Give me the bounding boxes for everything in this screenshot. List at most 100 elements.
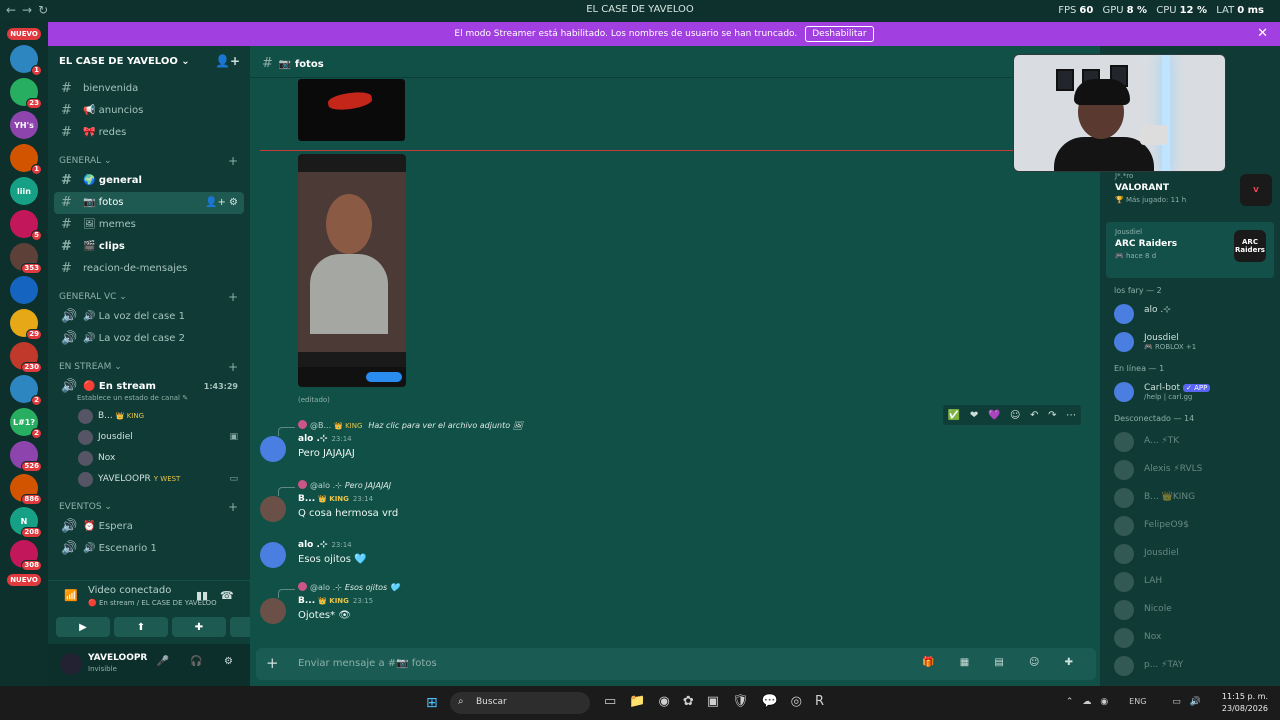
reply-preview[interactable]: @alo .⊹ Pero JAJAJAJ [260,480,1030,496]
server-icon[interactable]: 5 [10,210,42,241]
reply-preview[interactable]: @alo .⊹ Esos ojitos 🩵 [260,582,1030,598]
server-icon[interactable]: 2 [10,375,42,406]
system-tray[interactable]: ⌃☁◉ ENG ▭🔊 [1066,697,1210,707]
activity-card[interactable]: J*.*ro VALORANT 🏆 Más jugado: 11 hV [1100,166,1280,222]
add-attachment-icon[interactable]: + [266,654,279,672]
reply-preview[interactable]: @B... 👑 KING Haz clic para ver el archivo … [260,420,1030,436]
member-item[interactable]: p... ⚡TAY [1100,652,1280,680]
server-icon[interactable]: liin [10,177,38,205]
avatar[interactable] [60,653,82,675]
server-icon[interactable]: 29 [10,309,42,340]
composer-icons[interactable]: 🎁 ▦ ▤ ☺ ✚ [922,657,1084,668]
category-eventos[interactable]: EVENTOS ⌄ + [48,494,250,516]
channel-tools[interactable]: 👤+ ⚙ [205,192,238,214]
server-icon[interactable] [10,276,38,304]
avatar[interactable] [260,542,286,568]
activities-button[interactable]: ✚ [172,617,226,637]
channel-item[interactable]: # 📢 anuncios [54,100,244,122]
member-item[interactable]: LAH [1100,568,1280,596]
message-tool-icon[interactable]: ✅ [948,410,960,421]
message-author[interactable]: alo .⊹ [298,434,327,444]
member-item[interactable]: Jousdiel 🎮 ROBLOX +1 [1100,328,1280,356]
disconnect-icon[interactable]: ☎ [220,589,234,602]
voice-user[interactable]: Nox [48,448,250,469]
channel-item[interactable]: 🔊 ⏰ Espera [54,516,244,538]
stream-icon[interactable]: ▣ [229,427,238,448]
user-controls[interactable]: 🎤 🎧 ⚙ [157,656,242,667]
server-icon[interactable]: 308 [10,540,42,571]
message-author[interactable]: B... [298,494,315,504]
avatar[interactable] [260,496,286,522]
member-item[interactable]: Carl-bot ✓ APP/help | carl.gg [1100,378,1280,406]
category-general[interactable]: GENERAL ⌄ + [48,148,250,170]
channel-item[interactable]: # reacion-de-mensajes [54,258,244,280]
soundboard-icon[interactable]: ▮▮ [196,589,208,602]
channel-item[interactable]: # 🖼 memes [54,214,244,236]
composer-placeholder[interactable]: Enviar mensaje a #📷 fotos [298,658,437,669]
message-tool-icon[interactable]: ⋯ [1066,410,1076,421]
language-indicator[interactable]: ENG [1129,697,1146,706]
server-icon[interactable]: 353 [10,243,42,274]
member-item[interactable]: Jousdiel [1100,540,1280,568]
server-icon[interactable]: 23 [10,78,42,109]
member-item[interactable]: alo .⊹ [1100,300,1280,328]
message-tool-icon[interactable]: 💜 [988,410,1000,421]
message-composer[interactable]: + Enviar mensaje a #📷 fotos 🎁 ▦ ▤ ☺ ✚ [256,648,1096,680]
taskbar-search[interactable]: ⌕ Buscar [450,692,590,714]
attachment-screenshot[interactable] [298,154,406,387]
tray-icons[interactable]: ⌃☁◉ [1066,697,1117,707]
voice-user[interactable]: YAVELOOPR Y WEST ▭ [48,469,250,490]
signal-icon[interactable]: 📶 [64,589,78,602]
attachment-image[interactable] [298,79,405,141]
channel-item[interactable]: # 📷 fotos 👤+ ⚙ [54,192,244,214]
voice-user[interactable]: Jousdiel ▣ [48,427,250,448]
channel-item[interactable]: 🔊 🔊 La voz del case 2 [54,328,244,350]
invite-icon[interactable]: 👤+ [215,54,240,68]
member-item[interactable]: B... 👑KING [1100,484,1280,512]
channel-item[interactable]: # bienvenida [54,78,244,100]
avatar[interactable] [260,598,286,624]
taskbar-clock[interactable]: 11:15 p. m. 23/08/2026 [1222,691,1268,715]
category-en-stream[interactable]: EN STREAM ⌄ + [48,354,250,376]
close-icon[interactable]: ✕ [1257,26,1268,41]
channel-item[interactable]: # 🎬 clips [54,236,244,258]
message-tool-icon[interactable]: ❤ [970,410,978,421]
member-item[interactable]: A... ⚡TK [1100,428,1280,456]
member-item[interactable]: Nicole [1100,596,1280,624]
server-icon[interactable]: 1 [10,144,42,175]
new-badge[interactable]: NUEVO [7,574,41,586]
channel-item[interactable]: # 🎀 redes [54,122,244,144]
pinned-apps[interactable]: ▭📁◉✿▣🛡💬◎R [604,694,837,709]
tray-icons-2[interactable]: ▭🔊 [1172,697,1210,707]
member-item[interactable]: Nox [1100,624,1280,652]
stream-icon[interactable]: ▭ [229,469,238,490]
start-icon[interactable]: ⊞ [426,695,438,711]
member-item[interactable]: Alexis ⚡RVLS [1100,456,1280,484]
camera-button[interactable]: ▶ [56,617,110,637]
screen-share-button[interactable]: ⬆ [114,617,168,637]
channel-item[interactable]: 🔊 🔊 Escenario 1 [54,538,244,560]
message-tool-icon[interactable]: ☺ [1010,410,1020,421]
server-icon[interactable]: 886 [10,474,42,505]
voice-channel-en-stream[interactable]: 🔊 🔴 En stream 1:43:29 [54,376,244,398]
server-icon[interactable]: L#1? 2 [10,408,42,439]
disable-streamer-button[interactable]: Deshabilitar [805,26,874,42]
message-author[interactable]: B... [298,596,315,606]
server-icon[interactable]: N 208 [10,507,42,538]
category-general-vc[interactable]: GENERAL VC ⌄ + [48,284,250,306]
server-icon[interactable]: 526 [10,441,42,472]
server-icon[interactable]: YH's [10,111,38,139]
message-author[interactable]: alo .⊹ [298,540,327,550]
new-badge[interactable]: NUEVO [7,28,41,40]
activity-card[interactable]: Jousdiel ARC Raiders 🎮 hace 8 d ARC Raiders [1106,222,1274,278]
avatar[interactable] [260,436,286,462]
channel-item[interactable]: 🔊 🔊 La voz del case 1 [54,306,244,328]
server-icon[interactable]: 1 [10,45,42,76]
server-icon[interactable]: 230 [10,342,42,373]
channel-item[interactable]: # 🌍 general [54,170,244,192]
guild-header[interactable]: EL CASE DE YAVELOO ⌄ 👤+ [48,46,250,78]
voice-user[interactable]: B... 👑 KING [48,406,250,427]
message-tool-icon[interactable]: ↷ [1048,410,1056,421]
member-item[interactable]: FelipeO9$ [1100,512,1280,540]
message-tool-icon[interactable]: ↶ [1030,410,1038,421]
